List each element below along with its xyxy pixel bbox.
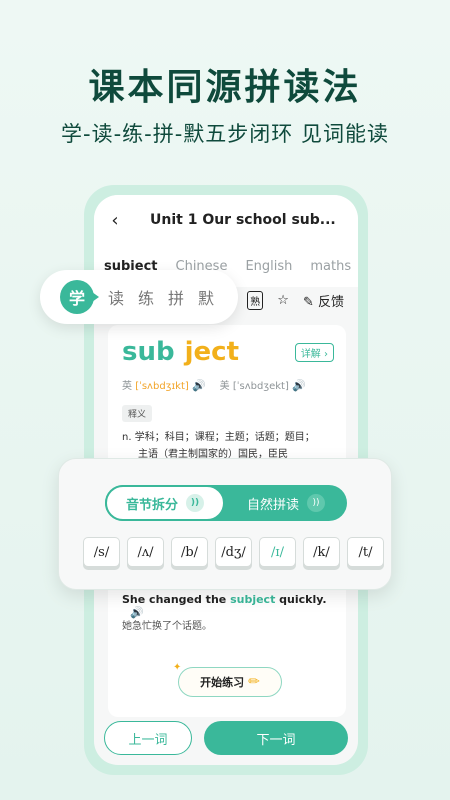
sound-icon: )) bbox=[307, 494, 325, 512]
definition-line-1: n. 学科；科目；课程；主题；话题；题目； bbox=[122, 432, 315, 443]
step-practice[interactable]: 练 bbox=[138, 285, 154, 309]
uk-phonetic[interactable]: 英 [ˈsʌbdʒɪkt] 🔊 bbox=[122, 377, 206, 392]
phonics-mode-toggle: 音节拆分 )) 自然拼读 )) bbox=[105, 485, 347, 521]
star-icon[interactable]: ☆ bbox=[277, 293, 289, 308]
example-pre: She changed the bbox=[122, 593, 231, 606]
step-selector: 学 读 练 拼 默 bbox=[40, 270, 238, 324]
word-display: sub ject bbox=[122, 337, 239, 367]
phoneme-chip[interactable]: /dʒ/ bbox=[215, 537, 252, 567]
syllable-split-label: 音节拆分 bbox=[125, 497, 178, 513]
tab-english[interactable]: English bbox=[245, 259, 292, 274]
detail-button[interactable]: 详解 › bbox=[294, 343, 334, 362]
back-icon[interactable]: ‹ bbox=[100, 210, 130, 231]
speaker-icon: 🔊 bbox=[191, 379, 206, 392]
phoneme-chip[interactable]: /s/ bbox=[83, 537, 120, 567]
bottom-nav: 上一词 下一词 bbox=[104, 721, 348, 755]
feedback-label: 反馈 bbox=[317, 295, 344, 310]
step-learn[interactable]: 学 bbox=[60, 280, 99, 314]
toolbar: 熟 ☆ ✎ 反馈 bbox=[247, 291, 344, 310]
phoneme-chip[interactable]: /k/ bbox=[303, 537, 340, 567]
start-practice-label: 开始练习 bbox=[200, 676, 245, 689]
familiar-button[interactable]: 熟 bbox=[247, 291, 264, 310]
phoneme-chip[interactable]: /ɪ/ bbox=[259, 537, 296, 567]
tab-maths[interactable]: maths bbox=[310, 259, 351, 274]
example-sentence: She changed the subject quickly. 🔊 bbox=[122, 593, 346, 619]
uk-ipa: [ˈsʌbdʒɪkt] bbox=[135, 381, 189, 392]
word-part-2: ject bbox=[184, 337, 239, 367]
uk-label: 英 bbox=[122, 381, 132, 392]
step-spell[interactable]: 拼 bbox=[168, 285, 184, 309]
example-post: quickly. bbox=[275, 593, 327, 606]
subline: 学-读-练-拼-默五步闭环 见词能读 bbox=[61, 122, 389, 146]
next-word-button[interactable]: 下一词 bbox=[204, 721, 348, 755]
page-title: Unit 1 Our school sub... bbox=[150, 212, 336, 228]
definition-tag: 释义 bbox=[122, 405, 153, 422]
us-ipa: [ˈsʌbdʒekt] bbox=[232, 381, 289, 392]
syllable-split-tab[interactable]: 音节拆分 )) bbox=[105, 485, 225, 521]
step-dictation[interactable]: 默 bbox=[198, 285, 214, 309]
headline: 课本同源拼读法 bbox=[88, 67, 362, 108]
phonics-panel: 音节拆分 )) 自然拼读 )) /s/ /ʌ/ /b/ /dʒ/ /ɪ/ /k/… bbox=[58, 458, 392, 590]
pencil-icon: ✎ bbox=[302, 295, 314, 310]
natural-phonics-label: 自然拼读 bbox=[246, 497, 299, 513]
phoneme-chips: /s/ /ʌ/ /b/ /dʒ/ /ɪ/ /k/ /t/ bbox=[83, 537, 384, 567]
phoneme-chip[interactable]: /t/ bbox=[347, 537, 384, 567]
step-read[interactable]: 读 bbox=[108, 285, 124, 309]
example-highlight: subject bbox=[230, 593, 276, 606]
pencil-icon: ✏ bbox=[248, 674, 260, 690]
sparkle-icon: ✦ bbox=[173, 662, 182, 673]
start-practice-button[interactable]: ✦ 开始练习 ✏ bbox=[173, 662, 282, 697]
feedback-button[interactable]: ✎ 反馈 bbox=[303, 291, 344, 310]
prev-word-button[interactable]: 上一词 bbox=[104, 721, 192, 755]
phoneme-chip[interactable]: /ʌ/ bbox=[127, 537, 164, 567]
us-phonetic[interactable]: 美 [ˈsʌbdʒekt] 🔊 bbox=[220, 377, 306, 392]
us-label: 美 bbox=[219, 381, 230, 392]
sound-icon: )) bbox=[186, 494, 204, 512]
word-part-1: sub bbox=[122, 337, 175, 367]
top-bar: ‹ Unit 1 Our school sub... bbox=[94, 195, 358, 245]
phonetics: 英 [ˈsʌbdʒɪkt] 🔊 美 [ˈsʌbdʒekt] 🔊 bbox=[122, 377, 306, 392]
speaker-icon: 🔊 bbox=[292, 379, 306, 392]
phoneme-chip[interactable]: /b/ bbox=[171, 537, 208, 567]
example-translation: 她急忙换了个话题。 bbox=[122, 621, 212, 632]
natural-phonics-tab[interactable]: 自然拼读 )) bbox=[225, 485, 347, 521]
